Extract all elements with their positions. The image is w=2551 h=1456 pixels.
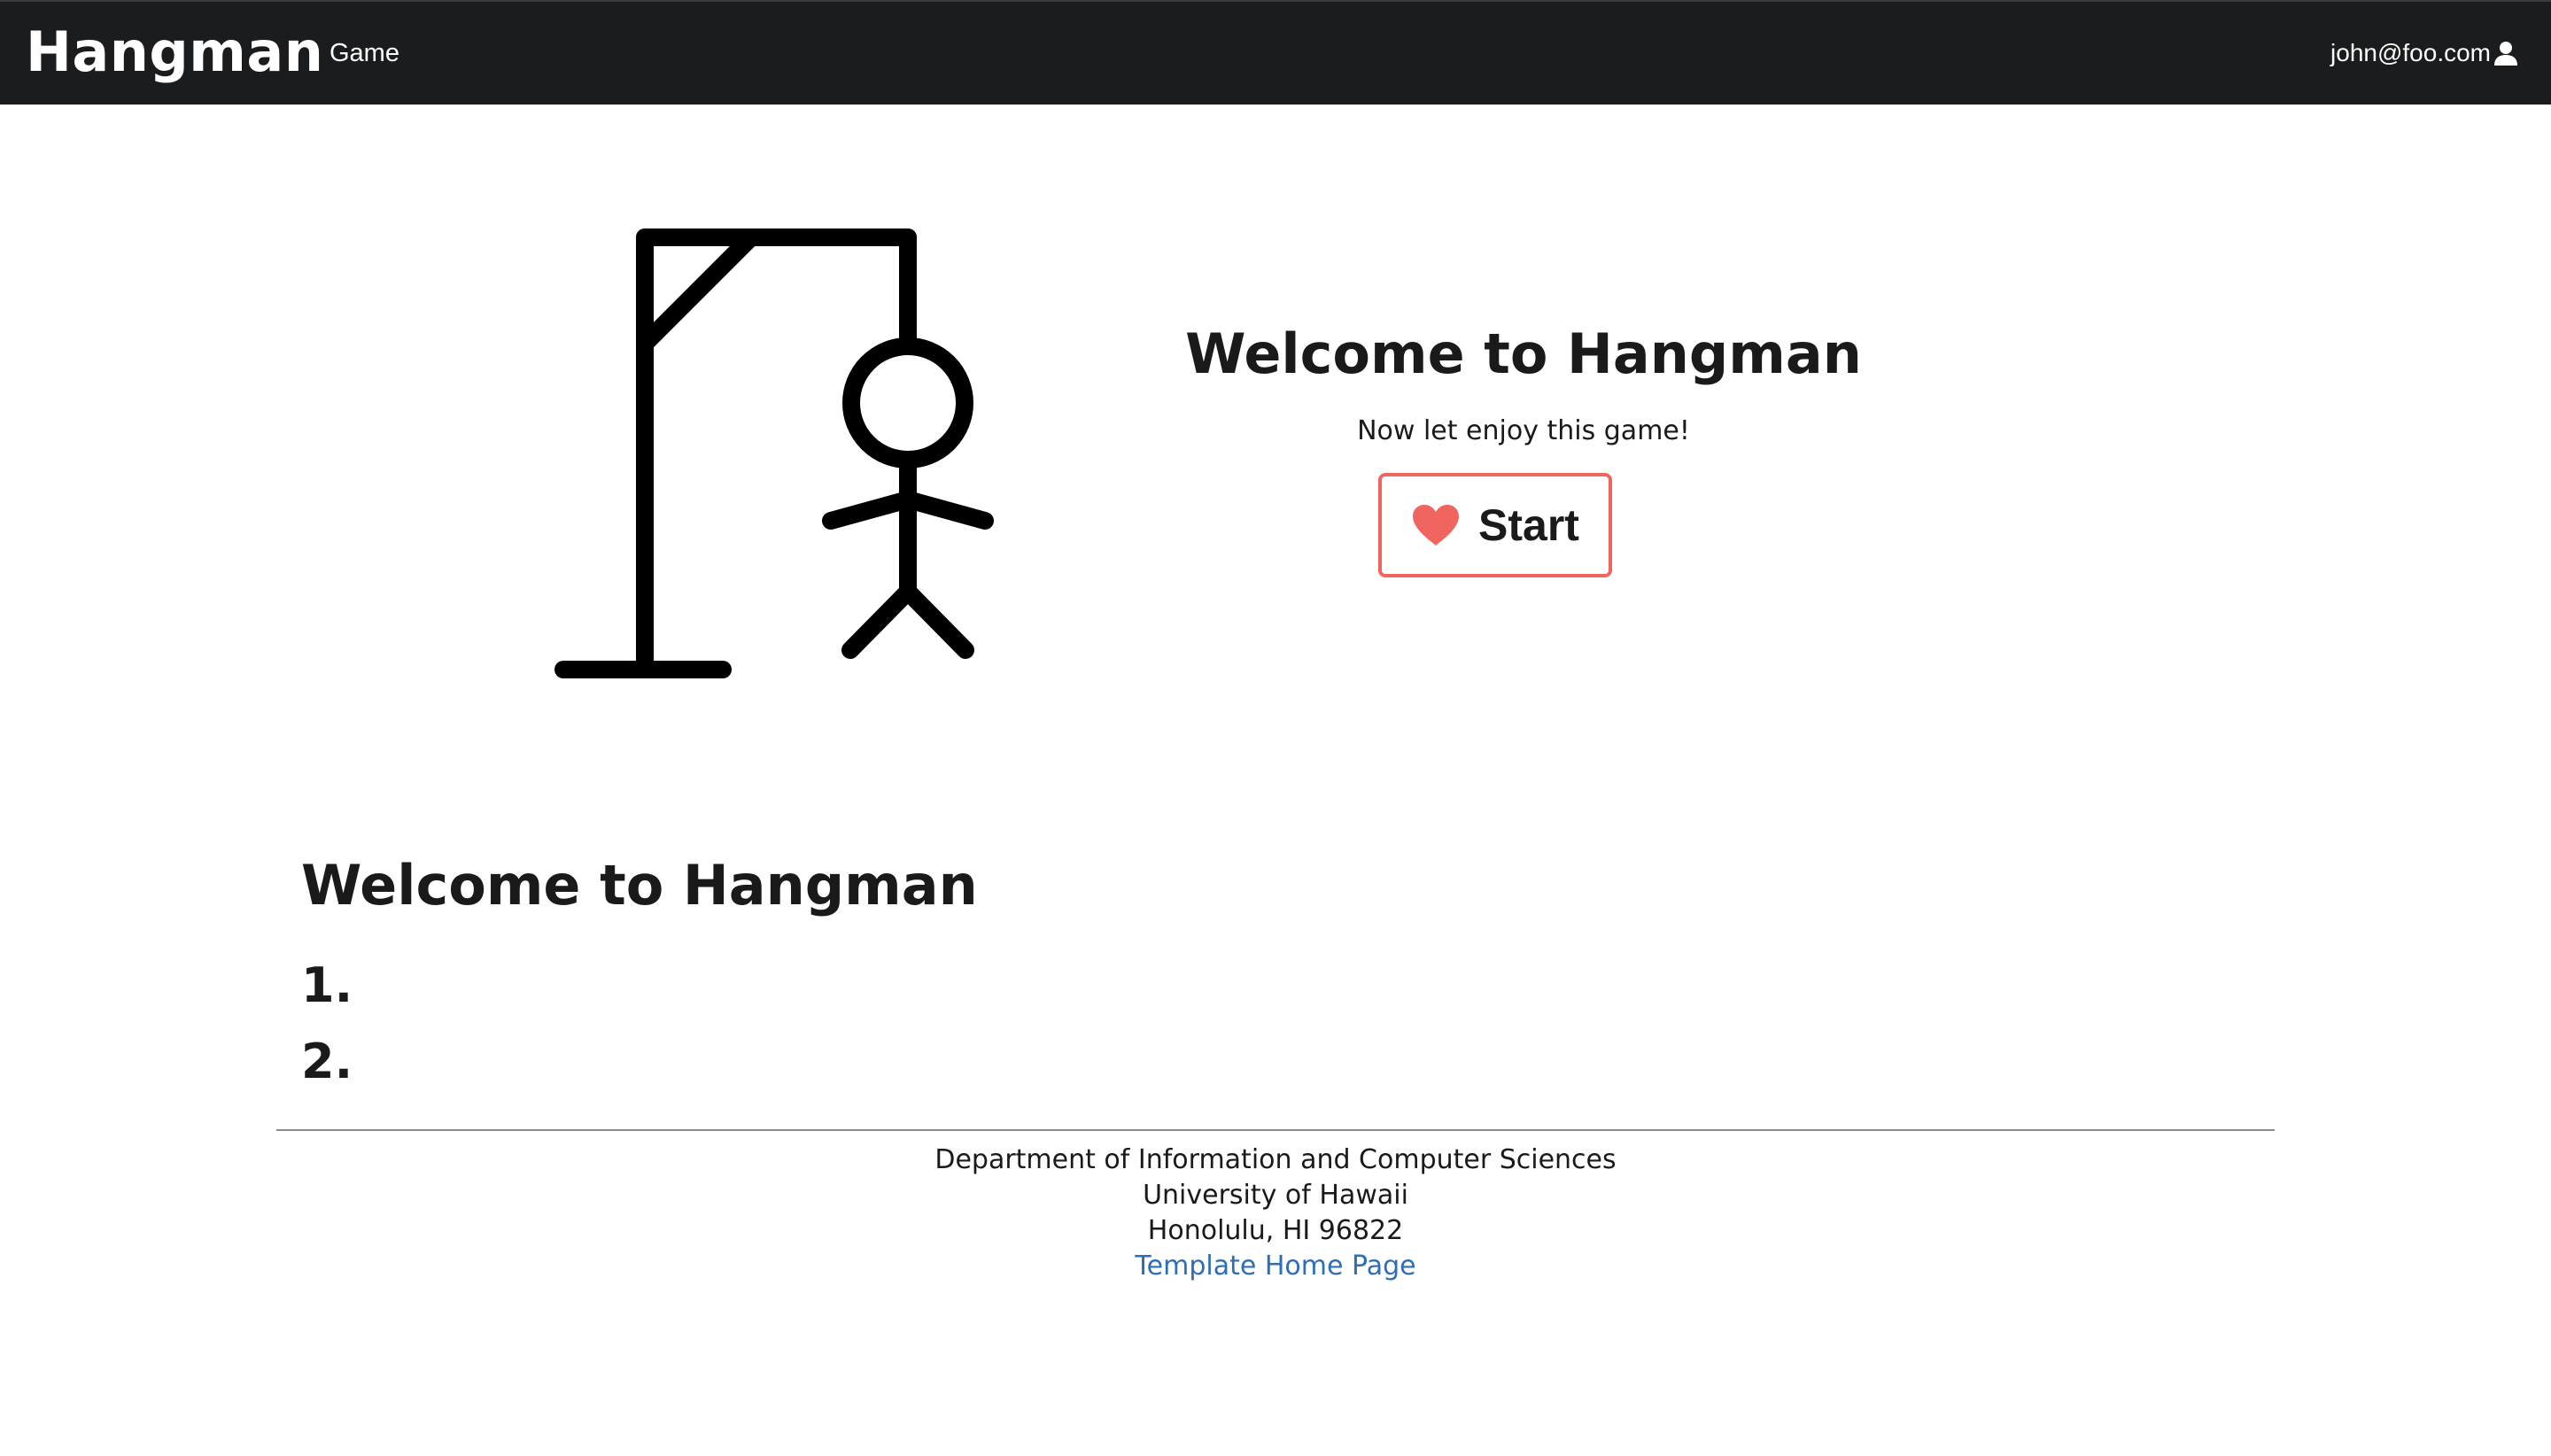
user-icon <box>2494 42 2517 66</box>
hero-title: Welcome to Hangman <box>1185 321 1862 386</box>
template-home-link[interactable]: Template Home Page <box>1135 1251 1415 1282</box>
user-email: john@foo.com <box>2330 39 2491 66</box>
footer: Department of Information and Computer S… <box>0 1142 2551 1284</box>
footer-divider <box>276 1129 2275 1131</box>
list-item: 1. <box>301 957 353 1013</box>
start-button-label: Start <box>1478 500 1579 550</box>
user-menu[interactable]: john@foo.com <box>2330 34 2519 73</box>
hero-subtitle: Now let enjoy this game! <box>1357 415 1690 446</box>
heart-icon <box>1413 505 1460 546</box>
nav-game-link[interactable]: Game <box>330 34 399 73</box>
hangman-icon <box>554 228 994 678</box>
instructions-list: 1. 2. <box>301 948 353 1100</box>
section-title: Welcome to Hangman <box>301 853 978 918</box>
footer-department: Department of Information and Computer S… <box>934 1144 1617 1175</box>
footer-university: University of Hawaii <box>1143 1180 1408 1211</box>
list-item: 2. <box>301 1034 353 1089</box>
brand-logo-link[interactable]: Hangman <box>26 12 323 92</box>
top-navbar: Hangman Game john@foo.com <box>0 0 2551 105</box>
start-button[interactable]: Start <box>1378 473 1612 577</box>
footer-address: Honolulu, HI 96822 <box>1147 1215 1404 1246</box>
